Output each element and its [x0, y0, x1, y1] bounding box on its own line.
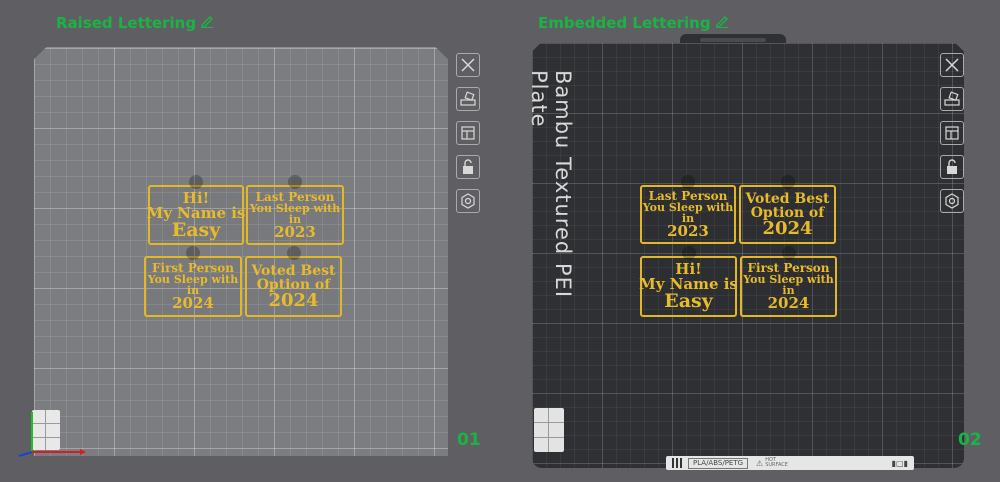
build-plate-1[interactable]	[34, 47, 448, 456]
tag-item[interactable]: Last Person You Sleep with in 2023	[246, 175, 344, 245]
tag-line: You Sleep with	[249, 201, 341, 215]
tag-hole	[681, 246, 696, 260]
arrange-icon[interactable]	[456, 87, 480, 111]
tag-line: Last Person	[255, 189, 335, 204]
tag-hole	[286, 246, 301, 260]
axis-gizmo[interactable]	[16, 408, 86, 458]
tag-line: Easy	[664, 290, 713, 312]
orient-icon[interactable]	[456, 121, 480, 145]
tag-line: 2023	[667, 222, 709, 240]
tag-item[interactable]: First Person You Sleep with in 2024	[144, 246, 242, 317]
tag-hole	[189, 175, 203, 189]
tag-item[interactable]: Voted Best Option of 2024	[739, 175, 836, 244]
pencil-icon[interactable]	[200, 14, 214, 32]
tag-line: 2024	[762, 217, 813, 239]
tag-item[interactable]: Hi! My Name is Easy	[147, 175, 245, 245]
tag-line: 2024	[172, 294, 214, 312]
tag-line: 2024	[767, 294, 810, 312]
settings-icon[interactable]	[456, 189, 480, 213]
plate-1-title[interactable]: Raised Lettering	[56, 14, 214, 32]
close-icon[interactable]	[456, 53, 480, 77]
plate-2-toolbar	[940, 53, 966, 223]
tag-hole	[186, 246, 200, 260]
tag-item[interactable]: Hi! My Name is Easy	[639, 246, 738, 317]
tag-hole	[288, 175, 302, 189]
tag-hole	[681, 175, 695, 189]
tag-line: Easy	[171, 218, 221, 241]
view-cube[interactable]	[534, 408, 564, 452]
tag-line: Voted Best	[745, 190, 830, 207]
lock-icon[interactable]	[940, 155, 964, 179]
material-label: PLA/ABS/PETG	[688, 457, 749, 469]
pencil-icon[interactable]	[715, 14, 729, 32]
plate-1-number: 01	[457, 430, 481, 450]
plate-material-strip: PLA/ABS/PETG ⚠ HOT SURFACE ▮▢▮	[666, 456, 914, 470]
plate-1-toolbar	[456, 53, 482, 223]
lock-icon[interactable]	[456, 155, 480, 179]
tag-line: 2023	[274, 222, 316, 241]
tag-item[interactable]: Voted Best Option of 2024	[245, 246, 342, 317]
qr-code-icon	[672, 458, 682, 468]
tag-item[interactable]: Last Person You Sleep with in 2023	[640, 175, 736, 244]
plate-2-title-text: Embedded Lettering	[538, 14, 711, 32]
close-icon[interactable]	[940, 53, 964, 77]
settings-icon[interactable]	[940, 189, 964, 213]
plate-type-label: Bambu Textured PEI Plate	[527, 70, 575, 299]
plate-2-number: 02	[958, 430, 982, 450]
surface-label: SURFACE	[765, 462, 788, 468]
tag-item[interactable]: First Person You Sleep with in 2024	[740, 246, 837, 317]
tag-hole	[780, 175, 795, 189]
plate-2-title[interactable]: Embedded Lettering	[538, 14, 729, 32]
axis-arrows-icon	[18, 412, 86, 457]
plate-1-title-text: Raised Lettering	[56, 14, 197, 32]
tag-line: Voted Best	[251, 262, 336, 279]
tag-hole	[781, 246, 796, 260]
hot-surface-warning: ⚠ HOT SURFACE	[756, 458, 788, 468]
tag-line: 2024	[268, 289, 319, 311]
orient-icon[interactable]	[940, 121, 964, 145]
strip-symbols-icon: ▮▢▮	[891, 458, 908, 468]
warning-triangle-icon: ⚠	[756, 458, 764, 468]
arrange-icon[interactable]	[940, 87, 964, 111]
